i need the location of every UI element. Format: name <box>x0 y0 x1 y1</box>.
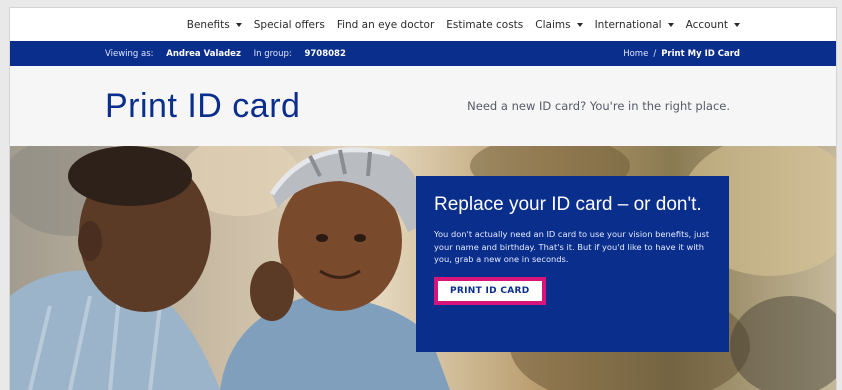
nav-special-offers-label: Special offers <box>253 18 325 31</box>
hero-heading: Replace your ID card – or don't. <box>434 194 702 215</box>
breadcrumb: Home / Print My ID Card <box>623 49 740 59</box>
chevron-down-icon <box>734 22 740 27</box>
print-id-card-button[interactable]: PRINT ID CARD <box>438 280 542 301</box>
viewing-as: Viewing as: Andrea Valadez <box>105 49 241 59</box>
user-context: Viewing as: Andrea Valadez In group: 970… <box>105 49 356 59</box>
group-id: 9708082 <box>304 48 346 59</box>
user-context-bar: Viewing as: Andrea Valadez In group: 970… <box>10 41 836 66</box>
viewing-as-name: Andrea Valadez <box>166 48 241 59</box>
viewing-as-label: Viewing as: <box>105 48 154 59</box>
breadcrumb-home[interactable]: Home <box>623 49 648 59</box>
nav-account[interactable]: Account <box>686 19 740 31</box>
nav-benefits[interactable]: Benefits <box>187 19 242 31</box>
nav-international[interactable]: International <box>595 19 674 31</box>
nav-find-eye-doctor-label: Find an eye doctor <box>336 18 435 31</box>
chevron-down-icon <box>667 22 674 27</box>
browser-page: Benefits Special offers Find an eye doct… <box>10 8 836 390</box>
hero-body: You don't actually need an ID card to us… <box>434 229 710 264</box>
breadcrumb-separator: / <box>653 48 657 59</box>
nav-account-label: Account <box>685 18 728 31</box>
page-header: Print ID card Need a new ID card? You're… <box>10 66 836 146</box>
group-info: In group: 9708082 <box>254 49 346 59</box>
nav-special-offers[interactable]: Special offers <box>254 19 325 31</box>
nav-international-label: International <box>594 18 662 31</box>
nav-benefits-label: Benefits <box>186 18 230 31</box>
page-title: Print ID card <box>105 86 301 125</box>
hero-banner: Replace your ID card – or don't. You don… <box>10 146 836 390</box>
nav-claims[interactable]: Claims <box>535 18 583 31</box>
top-navigation: Benefits Special offers Find an eye doct… <box>10 8 836 41</box>
nav-claims-label: Claims <box>535 18 571 31</box>
nav-estimate-costs[interactable]: Estimate costs <box>446 19 523 31</box>
chevron-down-icon <box>235 22 242 27</box>
page-tagline: Need a new ID card? You're in the right … <box>467 99 730 113</box>
group-label: In group: <box>253 48 292 59</box>
breadcrumb-current: Print My ID Card <box>661 48 740 59</box>
nav-estimate-costs-label: Estimate costs <box>446 18 524 31</box>
chevron-down-icon <box>576 22 583 27</box>
replace-id-card-panel: Replace your ID card – or don't. You don… <box>416 176 729 352</box>
print-button-highlight: PRINT ID CARD <box>434 276 546 305</box>
nav-find-eye-doctor[interactable]: Find an eye doctor <box>337 19 434 31</box>
